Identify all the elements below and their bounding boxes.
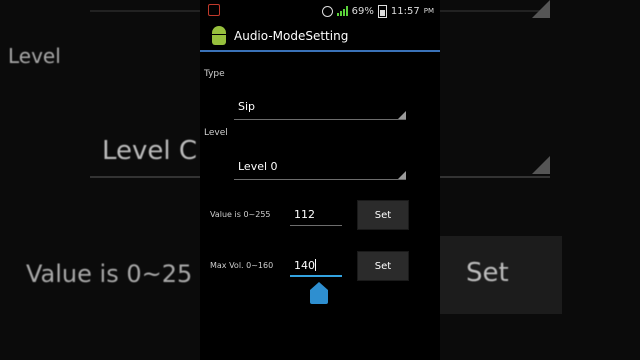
type-spinner[interactable]: Sip (234, 98, 406, 120)
action-bar: Audio-ModeSetting (200, 22, 440, 52)
maxvol-range-label: Max Vol. 0~160 (210, 261, 274, 270)
spinner-arrow-icon (398, 171, 406, 179)
text-selection-handle[interactable] (310, 282, 328, 304)
battery-percent: 69% (351, 5, 374, 17)
maxvol-input[interactable]: 140 (290, 257, 342, 277)
background-text: Level C (102, 136, 198, 166)
battery-icon (377, 4, 387, 18)
alarm-icon (321, 5, 333, 17)
signal-icon (336, 6, 348, 16)
clock: 11:57 (390, 5, 420, 17)
level-spinner[interactable]: Level 0 (234, 158, 406, 180)
text-cursor (315, 259, 316, 271)
android-icon (210, 26, 228, 46)
value-input-text: 112 (294, 208, 315, 221)
app-title: Audio-ModeSetting (234, 29, 349, 43)
value-set-button[interactable]: Set (357, 200, 409, 230)
phone-screen: 69% 11:57 PM Audio-ModeSetting Type Sip … (200, 0, 440, 360)
background-spinner-arrow (532, 156, 550, 174)
value-input[interactable]: 112 (290, 206, 342, 226)
background-spinner-arrow (532, 0, 550, 18)
background-text: Set (466, 258, 509, 288)
background-text: Value is 0~25 (26, 260, 193, 288)
value-range-label: Value is 0~255 (210, 210, 271, 219)
type-label: Type (204, 69, 225, 79)
background-text: Level (8, 44, 61, 68)
type-spinner-value: Sip (238, 100, 256, 113)
level-label: Level (204, 128, 228, 138)
spinner-arrow-icon (398, 111, 406, 119)
status-bar: 69% 11:57 PM (200, 0, 440, 22)
maxvol-input-text: 140 (294, 259, 315, 272)
level-spinner-value: Level 0 (238, 160, 278, 173)
maxvol-set-button[interactable]: Set (357, 251, 409, 281)
clock-ampm: PM (423, 7, 434, 15)
screen-record-icon (208, 4, 220, 16)
